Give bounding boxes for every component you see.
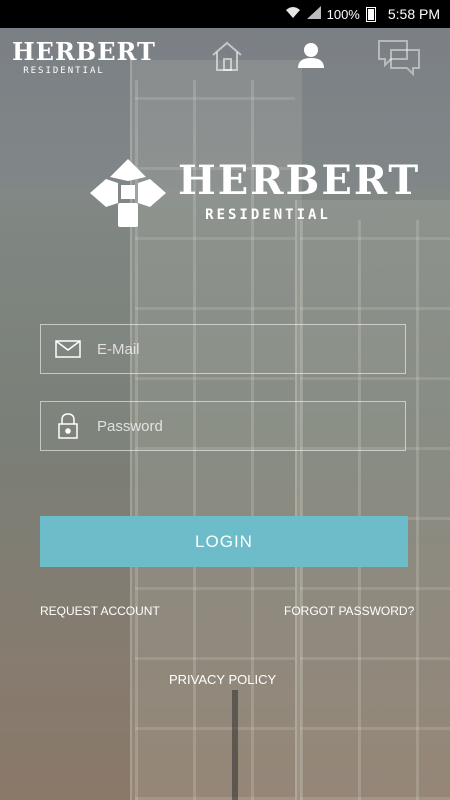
battery-percent: 100% bbox=[326, 6, 360, 22]
privacy-policy-link[interactable]: PRIVACY POLICY bbox=[169, 672, 276, 687]
request-account-link[interactable]: REQUEST ACCOUNT bbox=[40, 604, 160, 618]
password-field[interactable] bbox=[40, 401, 406, 451]
header-logo-name: HERBERT bbox=[12, 37, 156, 66]
top-navigation: HERBERT RESIDENTIAL bbox=[0, 28, 450, 92]
lock-icon bbox=[41, 413, 95, 439]
building-side-windows bbox=[300, 220, 450, 800]
signal-icon bbox=[306, 6, 321, 22]
login-button[interactable]: LOGIN bbox=[40, 516, 408, 567]
wifi-icon bbox=[285, 6, 301, 22]
header-logo-sub: RESIDENTIAL bbox=[23, 66, 105, 76]
battery-icon bbox=[365, 6, 376, 22]
header-logo[interactable]: HERBERT RESIDENTIAL bbox=[12, 37, 156, 77]
status-bar: 100% 5:58 PM bbox=[0, 0, 450, 28]
logo-sub: RESIDENTIAL bbox=[205, 207, 331, 223]
status-time: 5:58 PM bbox=[387, 6, 440, 22]
password-input[interactable] bbox=[95, 416, 389, 436]
herbert-logo-icon bbox=[90, 159, 166, 227]
profile-icon[interactable] bbox=[293, 38, 329, 74]
email-input[interactable] bbox=[95, 339, 389, 359]
logo-wordmark: HERBERT RESIDENTIAL bbox=[178, 157, 421, 224]
street-lamp bbox=[232, 690, 238, 800]
logo-name: HERBERT bbox=[178, 157, 421, 204]
home-icon[interactable] bbox=[209, 38, 245, 74]
mail-icon bbox=[41, 340, 95, 358]
forgot-password-link[interactable]: FORGOT PASSWORD? bbox=[284, 604, 414, 618]
email-field[interactable] bbox=[40, 324, 406, 374]
chat-icon[interactable] bbox=[377, 38, 421, 77]
main-logo: HERBERT RESIDENTIAL bbox=[88, 157, 421, 237]
